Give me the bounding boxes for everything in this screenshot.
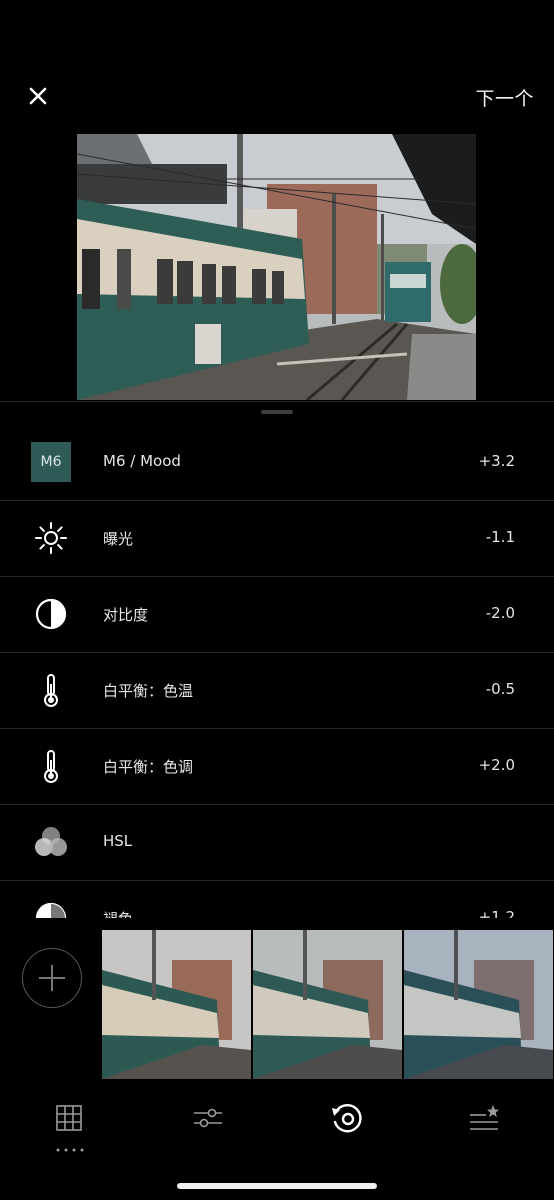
tool-label-fade: 褪色 [103, 908, 133, 918]
nav-presets-button[interactable] [462, 1096, 506, 1140]
tool-label-wb-tint: 白平衡：色调 [103, 758, 194, 776]
tool-row-fade[interactable]: 褪色 +1.2 [0, 881, 554, 918]
sun-icon [31, 518, 71, 558]
tool-label-contrast: 对比度 [103, 606, 149, 624]
thermometer-icon [31, 746, 71, 786]
tool-value-wb-tint: +2.0 [478, 756, 515, 774]
tool-label-wb-temp: 白平衡：色温 [103, 682, 194, 700]
sliders-icon [194, 1108, 222, 1128]
grid-icon [56, 1105, 82, 1131]
preset-badge-icon: M6 [31, 442, 71, 482]
preset-thumbnail[interactable] [253, 930, 402, 1079]
hsl-icon [31, 822, 71, 862]
close-icon [29, 87, 47, 105]
thermometer-icon [31, 670, 71, 710]
nav-history-button[interactable] [325, 1096, 369, 1140]
thumbnail-image [253, 930, 402, 1079]
tool-label-exposure: 曝光 [103, 530, 134, 548]
nav-adjust-button[interactable] [186, 1096, 230, 1140]
tool-value-exposure: -1.1 [485, 528, 515, 546]
preset-thumbnail[interactable] [404, 930, 553, 1079]
close-button[interactable] [24, 82, 52, 110]
home-indicator[interactable] [177, 1183, 377, 1189]
tool-value-preset: +3.2 [478, 452, 515, 470]
revert-icon [332, 1104, 362, 1133]
thumbnail-image [102, 930, 251, 1079]
preset-thumbnail[interactable] [102, 930, 251, 1079]
tool-row-hsl[interactable]: HSL [0, 805, 554, 881]
tool-label-preset: M6 / Mood [103, 452, 181, 470]
photo-image [77, 134, 476, 400]
fade-icon [31, 898, 71, 918]
sheet-drag-handle[interactable] [261, 410, 293, 414]
next-button[interactable]: 下一个 [475, 84, 534, 111]
tool-row-exposure[interactable]: 曝光 -1.1 [0, 501, 554, 577]
tool-value-wb-temp: -0.5 [485, 680, 515, 698]
tool-value-contrast: -2.0 [485, 604, 515, 622]
edit-tools-list: M6 M6 / Mood +3.2 曝光 -1.1 对比度 -2.0 白平衡：色… [0, 425, 554, 918]
more-dots-indicator [56, 1137, 84, 1156]
photo-divider [0, 401, 554, 402]
preset-badge: M6 [31, 442, 71, 482]
thumbnail-image [404, 930, 553, 1079]
tool-row-wb-temp[interactable]: 白平衡：色温 -0.5 [0, 653, 554, 729]
tool-row-contrast[interactable]: 对比度 -2.0 [0, 577, 554, 653]
contrast-icon [31, 594, 71, 634]
tool-row-preset[interactable]: M6 M6 / Mood +3.2 [0, 425, 554, 501]
tool-row-wb-tint[interactable]: 白平衡：色调 +2.0 [0, 729, 554, 805]
tool-value-fade: +1.2 [478, 908, 515, 918]
add-preset-button[interactable] [22, 948, 82, 1008]
presets-star-icon [470, 1105, 499, 1130]
nav-grid-button[interactable] [47, 1096, 91, 1140]
photo-preview[interactable] [77, 134, 476, 400]
tool-label-hsl: HSL [103, 832, 133, 850]
